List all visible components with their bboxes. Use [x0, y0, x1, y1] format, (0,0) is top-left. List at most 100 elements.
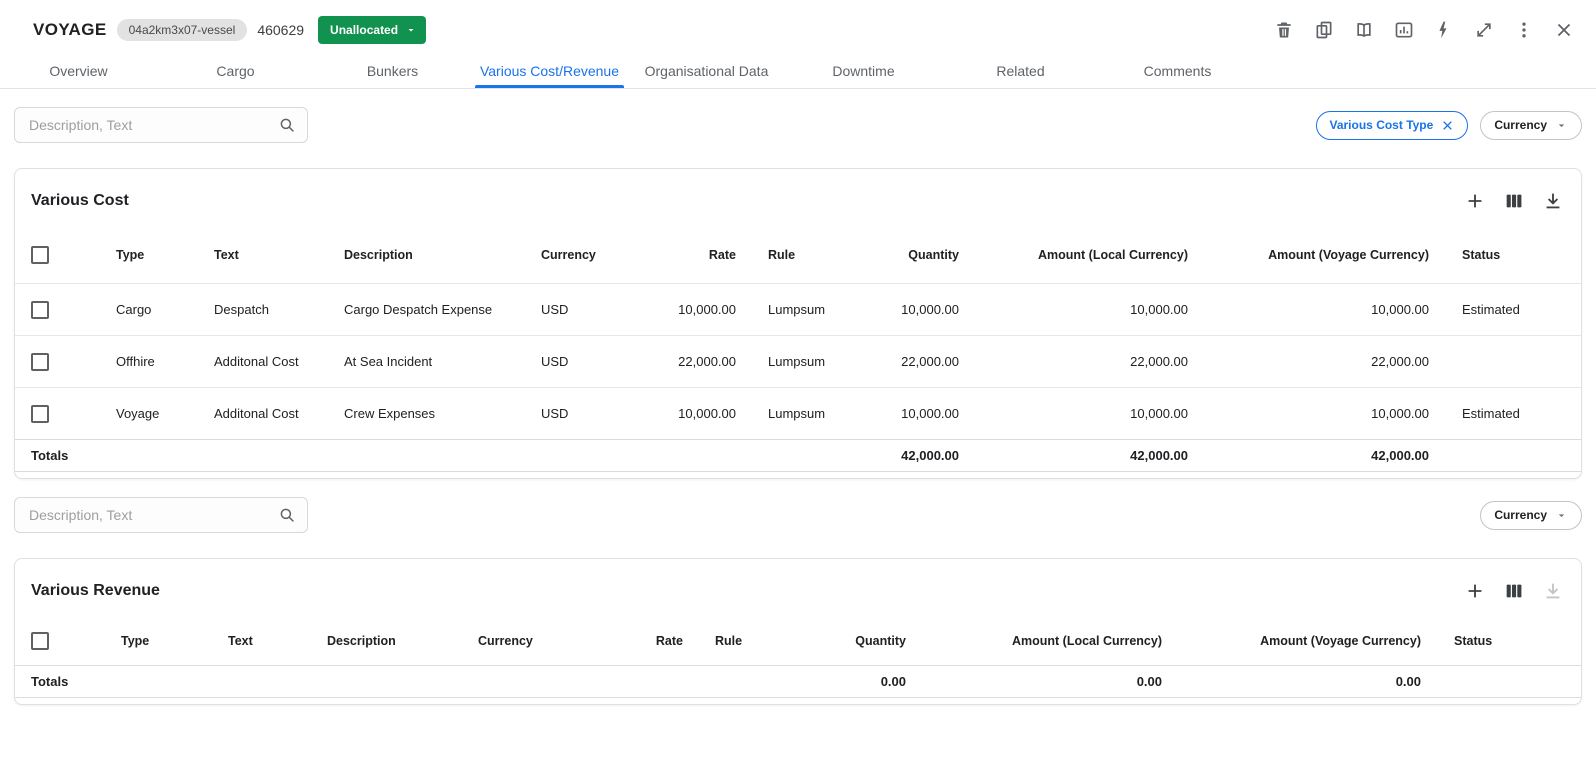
main-content: Various Cost Type Currency Various Cost — [0, 107, 1596, 705]
cell-amount-voyage: 10,000.00 — [1188, 406, 1429, 421]
cost-table-header-row: Type Text Description Currency Rate Rule… — [15, 227, 1581, 283]
header-actions — [1272, 18, 1576, 42]
various-revenue-card: Various Revenue Type Text Des — [14, 558, 1582, 705]
cell-rate: 10,000.00 — [641, 406, 736, 421]
plus-icon[interactable] — [1463, 189, 1487, 213]
cost-table-row[interactable]: Voyage Additonal Cost Crew Expenses USD … — [15, 387, 1581, 439]
cell-rate: 22,000.00 — [641, 354, 736, 369]
more-vert-icon[interactable] — [1512, 18, 1536, 42]
plus-icon[interactable] — [1463, 579, 1487, 603]
various-cost-type-chip-label: Various Cost Type — [1330, 118, 1434, 132]
revenue-filter-chips: Currency — [1480, 501, 1582, 530]
tab-related[interactable]: Related — [942, 54, 1099, 88]
select-all-checkbox[interactable] — [31, 246, 49, 264]
search-icon[interactable] — [278, 116, 296, 134]
currency-filter-chip-label: Currency — [1494, 118, 1547, 132]
cell-quantity: 22,000.00 — [869, 354, 959, 369]
allocation-status-button[interactable]: Unallocated — [318, 16, 426, 44]
select-all-cell — [15, 246, 116, 264]
various-revenue-actions — [1463, 579, 1565, 603]
col-amount-voyage: Amount (Voyage Currency) — [1162, 634, 1421, 648]
tab-overview[interactable]: Overview — [0, 54, 157, 88]
row-checkbox[interactable] — [31, 353, 49, 371]
totals-quantity: 0.00 — [806, 674, 906, 689]
row-checkbox[interactable] — [31, 405, 49, 423]
download-icon[interactable] — [1541, 189, 1565, 213]
cell-description: At Sea Incident — [344, 354, 541, 369]
cost-table-row[interactable]: Offhire Additonal Cost At Sea Incident U… — [15, 335, 1581, 387]
close-icon[interactable] — [1552, 18, 1576, 42]
cell-text: Additonal Cost — [214, 406, 344, 421]
various-cost-actions — [1463, 189, 1565, 213]
totals-amount-voyage: 0.00 — [1162, 674, 1421, 689]
revenue-filter-row: Currency — [14, 497, 1582, 533]
currency-filter-chip[interactable]: Currency — [1480, 501, 1582, 530]
tab-various-cost-revenue[interactable]: Various Cost/Revenue — [471, 54, 628, 88]
cell-status: Estimated — [1429, 302, 1583, 317]
columns-icon[interactable] — [1502, 189, 1526, 213]
col-rate: Rate — [641, 248, 736, 262]
copy-icon[interactable] — [1312, 18, 1336, 42]
various-cost-title: Various Cost — [31, 192, 129, 210]
cost-filter-row: Various Cost Type Currency — [14, 107, 1582, 143]
cell-description: Crew Expenses — [344, 406, 541, 421]
cell-amount-voyage: 10,000.00 — [1188, 302, 1429, 317]
allocation-status-label: Unallocated — [330, 23, 398, 37]
col-description: Description — [344, 248, 541, 262]
title-area: VOYAGE 04a2km3x07-vessel 460629 Unalloca… — [33, 16, 426, 44]
voyage-window: VOYAGE 04a2km3x07-vessel 460629 Unalloca… — [0, 0, 1596, 705]
cost-table-row[interactable]: Cargo Despatch Cargo Despatch Expense US… — [15, 283, 1581, 335]
col-description: Description — [327, 634, 478, 648]
col-status: Status — [1421, 634, 1583, 648]
cell-text: Despatch — [214, 302, 344, 317]
currency-filter-chip[interactable]: Currency — [1480, 111, 1582, 140]
cell-quantity: 10,000.00 — [869, 302, 959, 317]
col-amount-local: Amount (Local Currency) — [959, 248, 1188, 262]
row-checkbox[interactable] — [31, 301, 49, 319]
cost-search-input[interactable] — [14, 107, 308, 143]
report-icon[interactable] — [1392, 18, 1416, 42]
tab-organisational-data[interactable]: Organisational Data — [628, 54, 785, 88]
revenue-table-header-row: Type Text Description Currency Rate Rule… — [15, 617, 1581, 665]
caret-down-icon — [405, 24, 417, 36]
cost-totals-row: Totals 42,000.00 42,000.00 42,000.00 — [15, 439, 1581, 472]
cell-quantity: 10,000.00 — [869, 406, 959, 421]
vessel-chip: 04a2km3x07-vessel — [117, 19, 248, 41]
cell-type: Offhire — [116, 354, 214, 369]
col-rule: Rule — [736, 248, 869, 262]
totals-label: Totals — [15, 448, 869, 463]
select-all-cell — [15, 632, 121, 650]
download-icon — [1541, 579, 1565, 603]
revenue-totals-row: Totals 0.00 0.00 0.00 — [15, 665, 1581, 698]
search-icon[interactable] — [278, 506, 296, 524]
totals-amount-local: 0.00 — [906, 674, 1162, 689]
cell-currency: USD — [541, 354, 641, 369]
delete-icon[interactable] — [1272, 18, 1296, 42]
col-currency: Currency — [541, 248, 641, 262]
totals-amount-local: 42,000.00 — [959, 448, 1188, 463]
tab-downtime[interactable]: Downtime — [785, 54, 942, 88]
select-all-checkbox[interactable] — [31, 632, 49, 650]
cell-amount-local: 10,000.00 — [959, 302, 1188, 317]
cell-amount-local: 22,000.00 — [959, 354, 1188, 369]
various-cost-card: Various Cost Type Text Descri — [14, 168, 1582, 479]
various-cost-type-chip[interactable]: Various Cost Type — [1316, 111, 1469, 140]
tab-bunkers[interactable]: Bunkers — [314, 54, 471, 88]
cell-rate: 10,000.00 — [641, 302, 736, 317]
tab-cargo[interactable]: Cargo — [157, 54, 314, 88]
col-text: Text — [228, 634, 327, 648]
cell-currency: USD — [541, 302, 641, 317]
cell-status: Estimated — [1429, 406, 1583, 421]
col-type: Type — [121, 634, 228, 648]
expand-icon[interactable] — [1472, 18, 1496, 42]
book-icon[interactable] — [1352, 18, 1376, 42]
col-rate: Rate — [578, 634, 683, 648]
columns-icon[interactable] — [1502, 579, 1526, 603]
flash-icon[interactable] — [1432, 18, 1456, 42]
revenue-search-input[interactable] — [14, 497, 308, 533]
cell-rule: Lumpsum — [736, 302, 869, 317]
col-quantity: Quantity — [806, 634, 906, 648]
chip-close-icon[interactable] — [1441, 119, 1454, 132]
tab-comments[interactable]: Comments — [1099, 54, 1256, 88]
caret-down-icon — [1555, 119, 1568, 132]
